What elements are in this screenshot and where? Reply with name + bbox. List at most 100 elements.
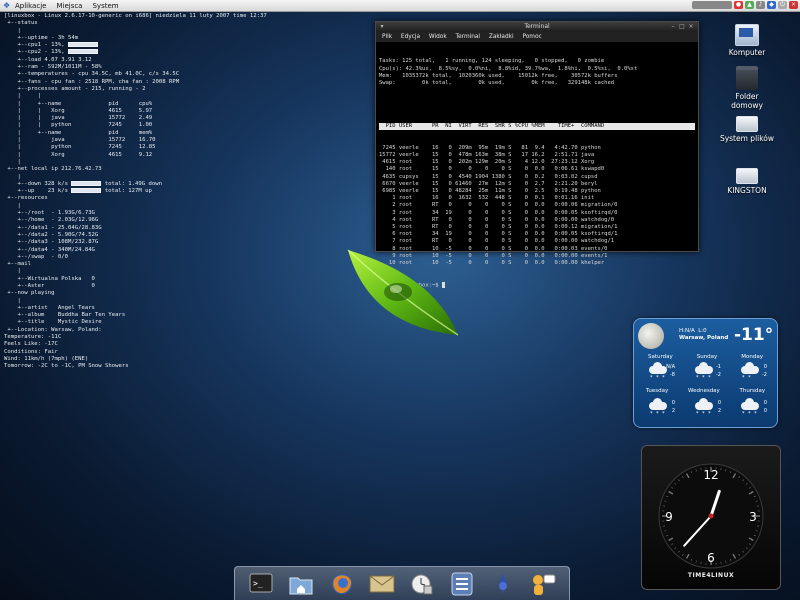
svg-text:>_: >_ xyxy=(253,579,263,588)
moon-icon xyxy=(638,323,664,349)
menu-applications[interactable]: Aplikacje xyxy=(15,2,46,10)
minimize-icon[interactable]: – xyxy=(670,24,676,30)
menu-places[interactable]: Miejsca xyxy=(56,2,82,10)
tray-close-icon[interactable]: × xyxy=(789,1,798,9)
snow-cloud-icon: * * * N/A -8 xyxy=(649,362,675,381)
conky-line: +--album Buddha Bar Ten Years xyxy=(4,312,126,319)
usage-bar xyxy=(71,188,102,194)
conky-line: +--cpu2 - 13%, xyxy=(4,49,354,56)
process-row: 6985 veerle 15 0 48284 25m 11m S 0 2.5 0… xyxy=(379,188,601,195)
tray-network-icon[interactable]: ▲ xyxy=(745,1,754,9)
usb-drive-icon xyxy=(736,168,758,184)
dock-terminal-icon[interactable]: >_ xyxy=(247,571,275,597)
desktop-icon-computer[interactable]: Komputer xyxy=(707,24,787,57)
clock-numeral-12: 12 xyxy=(703,468,718,482)
conky-line: +--/swap - 0/0 xyxy=(4,253,68,260)
conky-line: +--status xyxy=(4,20,38,27)
conky-line: +--fans - cpu fan : 2518 RPM, cha fan : … xyxy=(4,78,180,85)
process-row: 4615 root 15 0 202m 129m 20m S 4 12.0 27… xyxy=(379,159,595,166)
analog-clock-widget[interactable]: 12 3 6 9 TIME4LINUX xyxy=(641,445,781,590)
desktop-icon-kingston[interactable]: KINGSTON xyxy=(707,164,787,195)
snow-cloud-icon: * * * 0 2 xyxy=(649,398,675,417)
gnome-foot-icon[interactable]: ❖ xyxy=(3,2,10,10)
tray-alert-icon[interactable]: ● xyxy=(734,1,743,9)
conky-line: +--/data4 - 340M/24.84G xyxy=(4,246,95,253)
conky-line: | xyxy=(4,202,21,209)
usage-bar xyxy=(71,180,102,186)
clock-brand: TIME4LINUX xyxy=(687,572,735,579)
conky-line: [linuxbox - Linux 2.6.17-10-generic on i… xyxy=(4,13,267,19)
tray-update-icon[interactable]: ◆ xyxy=(767,1,776,9)
conky-line: +--resources xyxy=(4,195,48,202)
dock-home-folder-icon[interactable] xyxy=(287,571,315,597)
computer-icon xyxy=(735,24,759,46)
conky-line: Conditions: Fair xyxy=(4,348,58,355)
conky-line: | Xorg 4615 9.12 xyxy=(4,151,153,158)
desktop-icon-label: System plików xyxy=(719,134,775,143)
menu-terminal[interactable]: Terminal xyxy=(456,34,481,40)
desktop-icon-home-folder[interactable]: Folder domowy xyxy=(707,66,787,110)
dock-mail-icon[interactable] xyxy=(368,571,396,597)
conky-line: | xyxy=(4,158,21,165)
conky-line: +--/home - 2.03G/12.96G xyxy=(4,217,99,224)
conky-line: | | python 7245 1.00 xyxy=(4,122,153,129)
conky-line: +--net local ip 212.76.42.73 xyxy=(4,166,102,173)
clock-numeral-3: 3 xyxy=(749,510,757,524)
conky-line: +--down 328 k/s total: 1.49G down xyxy=(4,180,162,187)
conky-line: | +--name pid cpu% xyxy=(4,100,153,107)
conky-line: +--processes amount - 215, running - 2 xyxy=(4,85,146,92)
snow-cloud-icon: * * * 0 0 xyxy=(741,398,767,417)
menu-widok[interactable]: Widok xyxy=(429,34,447,40)
top-summary-line: Tasks: 125 total, 1 running, 124 sleepin… xyxy=(379,58,605,65)
desktop-icon-filesystem[interactable]: System plików xyxy=(707,112,787,143)
dock-clock-settings-icon[interactable] xyxy=(408,571,436,597)
usage-bar xyxy=(68,42,98,48)
terminal-title: Terminal xyxy=(524,23,550,30)
process-row: 4635 cupsys 15 0 4540 1904 1380 S 0 0.2 … xyxy=(379,173,598,180)
conky-line: | | java 15772 2.49 xyxy=(4,115,153,122)
menu-edycja[interactable]: Edycja xyxy=(401,34,420,40)
dock-config-icon[interactable] xyxy=(489,571,517,597)
conky-line: | +--name pid mem% xyxy=(4,129,153,136)
top-summary-line: Mem: 1035372k total, 1020360k used, 1501… xyxy=(379,72,618,79)
menu-pomoc[interactable]: Pomoc xyxy=(522,34,541,40)
weather-widget[interactable]: H:N/A L:0 Warsaw, Poland -11° Saturday S… xyxy=(633,318,778,428)
terminal-titlebar[interactable]: ▾ Terminal – □ × xyxy=(376,22,698,32)
maximize-icon[interactable]: □ xyxy=(679,24,685,30)
conky-line: | python 7245 12.85 xyxy=(4,144,156,151)
menu-system[interactable]: System xyxy=(92,2,118,10)
menu-zakladki[interactable]: Zakładki xyxy=(489,34,514,40)
clock-numeral-9: 9 xyxy=(665,510,673,524)
clock-numeral-6: 6 xyxy=(707,551,715,565)
conky-line: +--load 4.07 3.91 3.12 xyxy=(4,56,92,63)
tray-meter-icon[interactable] xyxy=(692,1,732,9)
system-tray: ● ▲ ♪ ◆ ⏻ × xyxy=(692,1,798,9)
menu-plik[interactable]: Plik xyxy=(382,34,392,40)
weather-location: Warsaw, Poland xyxy=(679,335,729,341)
snow-cloud-icon: * * 0 -2 xyxy=(741,362,767,381)
window-menu-icon[interactable]: ▾ xyxy=(379,24,385,30)
dock-chat-icon[interactable] xyxy=(529,571,557,597)
home-folder-icon xyxy=(736,66,758,90)
forecast-day-label: Thursday xyxy=(739,388,766,394)
close-icon[interactable]: × xyxy=(688,24,694,30)
conky-line: | xyxy=(4,297,21,304)
weather-wind: L:0 xyxy=(698,328,707,334)
forecast-row1: * * * N/A -8 * * * -1 -2 * * 0 -2 xyxy=(637,362,775,381)
conky-line: +--/data3 - 108M/232.87G xyxy=(4,239,99,246)
terminal-window[interactable]: ▾ Terminal – □ × Plik Edycja Widok Termi… xyxy=(375,21,699,288)
tray-power-icon[interactable]: ⏻ xyxy=(778,1,787,9)
conky-line: +--temperatures - cpu 34.5C, mb 41.0C, c… xyxy=(4,71,180,78)
desktop-icon-label: Folder domowy xyxy=(731,92,763,110)
conky-line: | xyxy=(4,27,21,34)
conky-line: +--up 23 k/s total: 127M up xyxy=(4,188,152,195)
process-row: 15772 veerle 15 0 478m 163m 38m S 17 16.… xyxy=(379,152,595,159)
conky-line: +--mail xyxy=(4,261,31,268)
wallpaper-leaf-icon xyxy=(347,249,459,336)
top-table-header: PID USER PR NI VIRT RES SHR S %CPU %MEM … xyxy=(379,123,695,131)
dock-firefox-icon[interactable] xyxy=(328,571,356,597)
conky-line: Temperature: -11C xyxy=(4,334,62,341)
tray-volume-icon[interactable]: ♪ xyxy=(756,1,765,9)
weather-humidity: H:N/A xyxy=(679,328,695,334)
dock-list-icon[interactable] xyxy=(448,571,476,597)
